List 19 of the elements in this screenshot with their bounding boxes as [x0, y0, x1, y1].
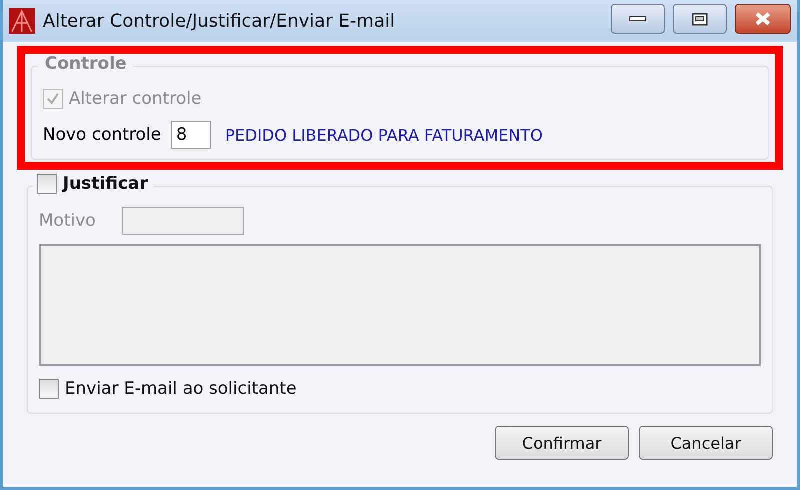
input-field[interactable]: 8: [171, 121, 212, 149]
close-button[interactable]: [735, 4, 791, 34]
app-icon: [9, 8, 35, 34]
minimize-icon: [629, 16, 647, 22]
minimize-button[interactable]: [611, 4, 665, 34]
field-label: Novo controle: [43, 125, 162, 145]
checkbox[interactable]: [37, 174, 57, 194]
dialog-button[interactable]: Cancelar: [639, 426, 773, 460]
window-title: Alterar Controle/Justificar/Enviar E-mail: [43, 10, 396, 32]
input-field[interactable]: [122, 207, 244, 235]
maximize-icon: [692, 12, 708, 26]
checkbox-label[interactable]: Enviar E-mail ao solicitante: [65, 379, 297, 399]
checkbox[interactable]: [39, 379, 59, 399]
dialog-button[interactable]: Confirmar: [495, 426, 629, 460]
check-icon: [46, 92, 60, 106]
field-label: Motivo: [39, 211, 96, 231]
maximize-button[interactable]: [673, 4, 727, 34]
status-text: PEDIDO LIBERADO PARA FATURAMENTO: [225, 126, 543, 144]
close-icon: [754, 12, 772, 26]
